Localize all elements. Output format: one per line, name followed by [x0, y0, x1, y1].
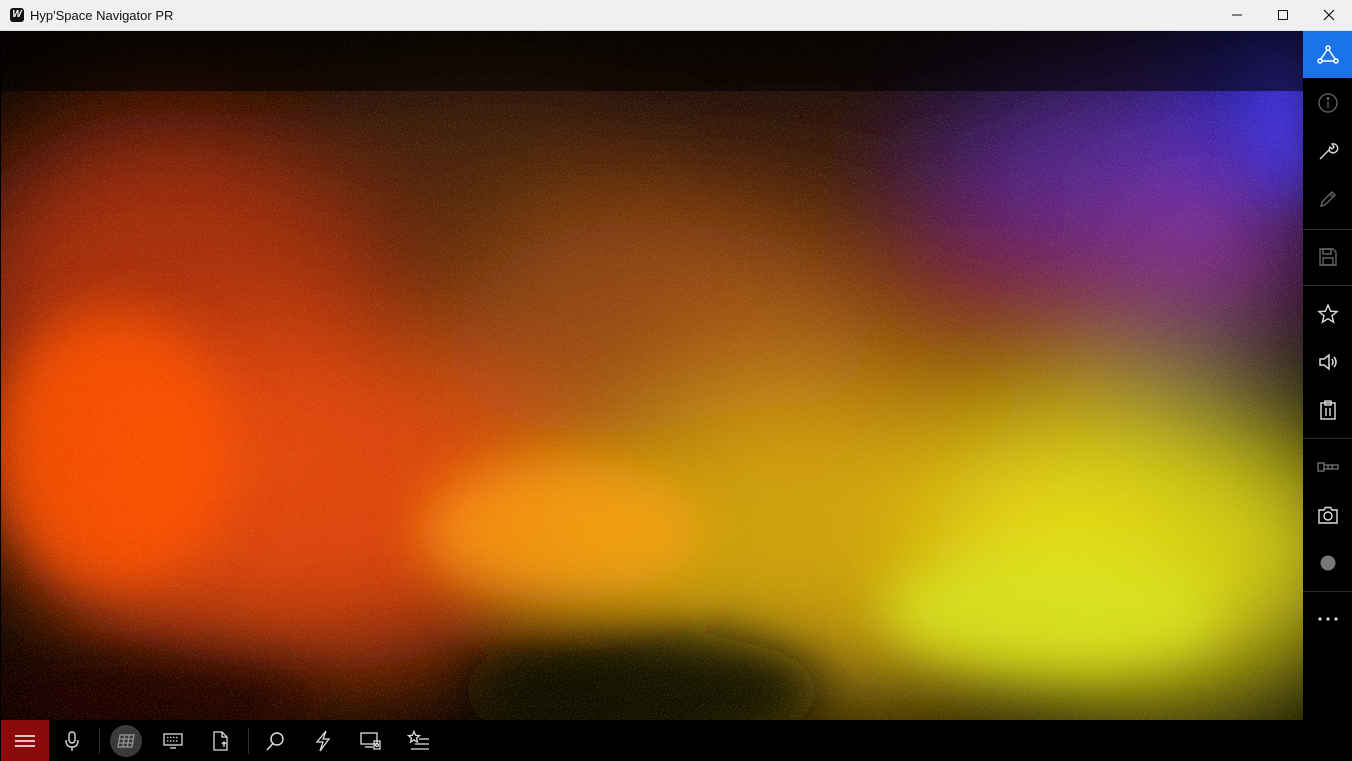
quick-action-button[interactable] — [300, 720, 346, 761]
keyboard-icon — [163, 732, 183, 749]
toolbar-divider — [248, 728, 249, 754]
file-upload-icon — [213, 730, 228, 751]
main-menu-button[interactable] — [1, 720, 49, 761]
record-icon — [1320, 555, 1335, 570]
more-icon — [1317, 616, 1338, 621]
screenshot-button[interactable] — [1303, 491, 1352, 538]
media-settings-button[interactable] — [348, 720, 394, 761]
search-icon — [266, 731, 284, 751]
volume-icon — [1318, 352, 1337, 371]
file-upload-button[interactable] — [198, 720, 244, 761]
camera-icon — [1317, 506, 1338, 524]
minimize-button[interactable] — [1214, 0, 1260, 30]
info-button[interactable] — [1303, 79, 1352, 126]
film-tool-button[interactable] — [1303, 443, 1352, 490]
favorite-button[interactable] — [1303, 290, 1352, 337]
lightning-icon — [315, 730, 331, 751]
pencil-icon — [1319, 190, 1336, 207]
star-icon — [1316, 302, 1339, 324]
window-title: Hyp'Space Navigator PR — [30, 8, 174, 23]
right-toolbar — [1303, 31, 1352, 761]
toolbar-divider — [1303, 229, 1352, 230]
scene-viewport[interactable] — [1, 31, 1303, 720]
toolbar-divider — [1303, 438, 1352, 439]
grid-button[interactable] — [103, 720, 149, 761]
close-icon — [1323, 9, 1335, 21]
film-tool-icon — [1316, 461, 1339, 472]
tools-button[interactable] — [1303, 127, 1352, 174]
edit-button[interactable] — [1303, 175, 1352, 222]
save-icon — [1318, 247, 1337, 266]
close-button[interactable] — [1306, 0, 1352, 30]
title-bar: W Hyp'Space Navigator PR — [0, 0, 1352, 31]
network-icon — [1316, 44, 1339, 64]
microphone-button[interactable] — [49, 720, 95, 761]
toolbar-divider — [1303, 285, 1352, 286]
maximize-button[interactable] — [1260, 0, 1306, 30]
grid-icon — [117, 733, 135, 748]
clipboard-icon — [1319, 399, 1336, 420]
more-button[interactable] — [1303, 595, 1352, 642]
app-logo-icon: W — [10, 8, 24, 22]
search-button[interactable] — [252, 720, 298, 761]
toolbar-divider — [1303, 591, 1352, 592]
minimize-icon — [1232, 14, 1242, 16]
bottom-toolbar — [0, 720, 1303, 761]
favorites-list-button[interactable] — [396, 720, 442, 761]
grid-button-highlight — [110, 724, 142, 757]
maximize-icon — [1278, 10, 1288, 20]
media-settings-icon — [360, 731, 381, 750]
microphone-icon — [65, 730, 79, 751]
clipboard-button[interactable] — [1303, 386, 1352, 433]
toolbar-divider — [99, 728, 100, 754]
volume-button[interactable] — [1303, 338, 1352, 385]
info-icon — [1317, 92, 1338, 113]
record-button[interactable] — [1303, 539, 1352, 586]
color-dust-image — [1, 31, 1303, 720]
wrench-icon — [1319, 142, 1338, 159]
hamburger-menu-icon — [15, 734, 35, 747]
network-button[interactable] — [1303, 31, 1352, 78]
favorites-list-icon — [407, 729, 429, 750]
keyboard-button[interactable] — [150, 720, 196, 761]
save-button[interactable] — [1303, 233, 1352, 280]
